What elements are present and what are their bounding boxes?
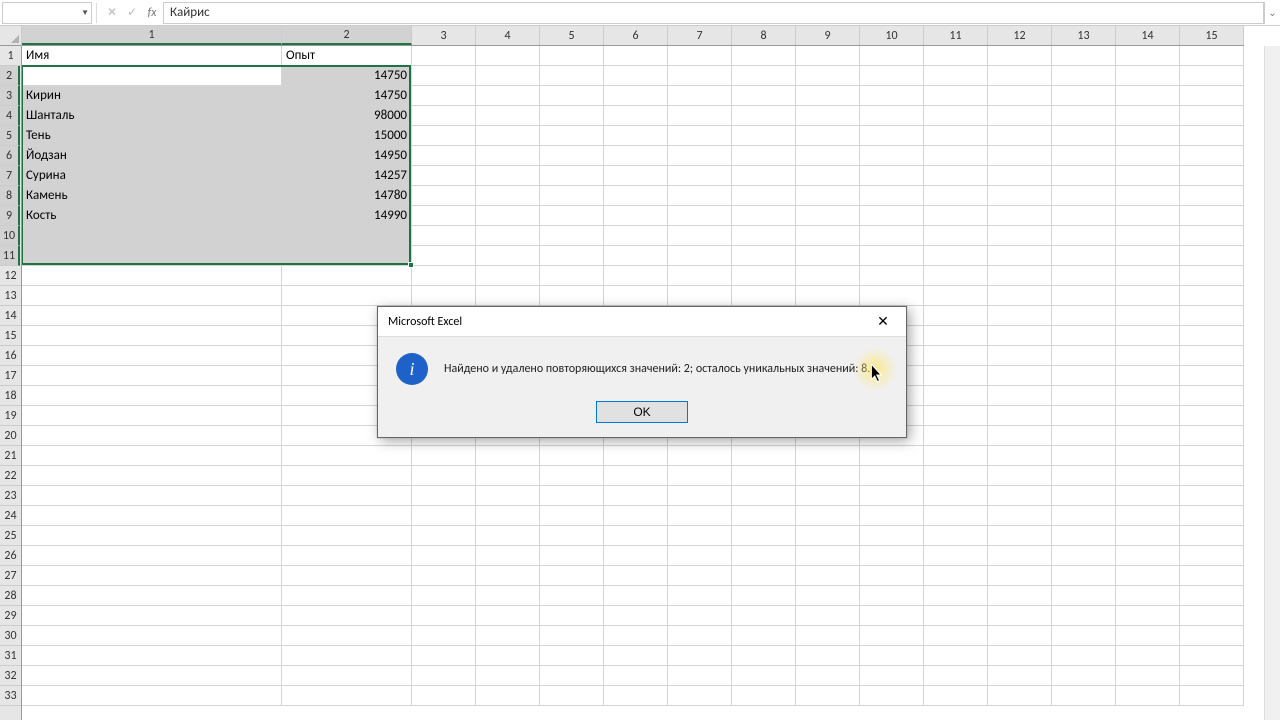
message-dialog: Microsoft Excel ✕ i Найдено и удалено по… xyxy=(377,306,907,438)
close-icon[interactable]: ✕ xyxy=(868,310,898,334)
dialog-actions: OK xyxy=(378,395,906,437)
info-icon: i xyxy=(396,353,428,385)
dialog-overlay: Microsoft Excel ✕ i Найдено и удалено по… xyxy=(0,0,1280,720)
dialog-titlebar[interactable]: Microsoft Excel ✕ xyxy=(378,307,906,337)
dialog-title-text: Microsoft Excel xyxy=(388,315,462,329)
ok-button[interactable]: OK xyxy=(596,401,688,423)
dialog-body: i Найдено и удалено повторяющихся значен… xyxy=(378,337,906,395)
dialog-message: Найдено и удалено повторяющихся значений… xyxy=(444,361,888,378)
